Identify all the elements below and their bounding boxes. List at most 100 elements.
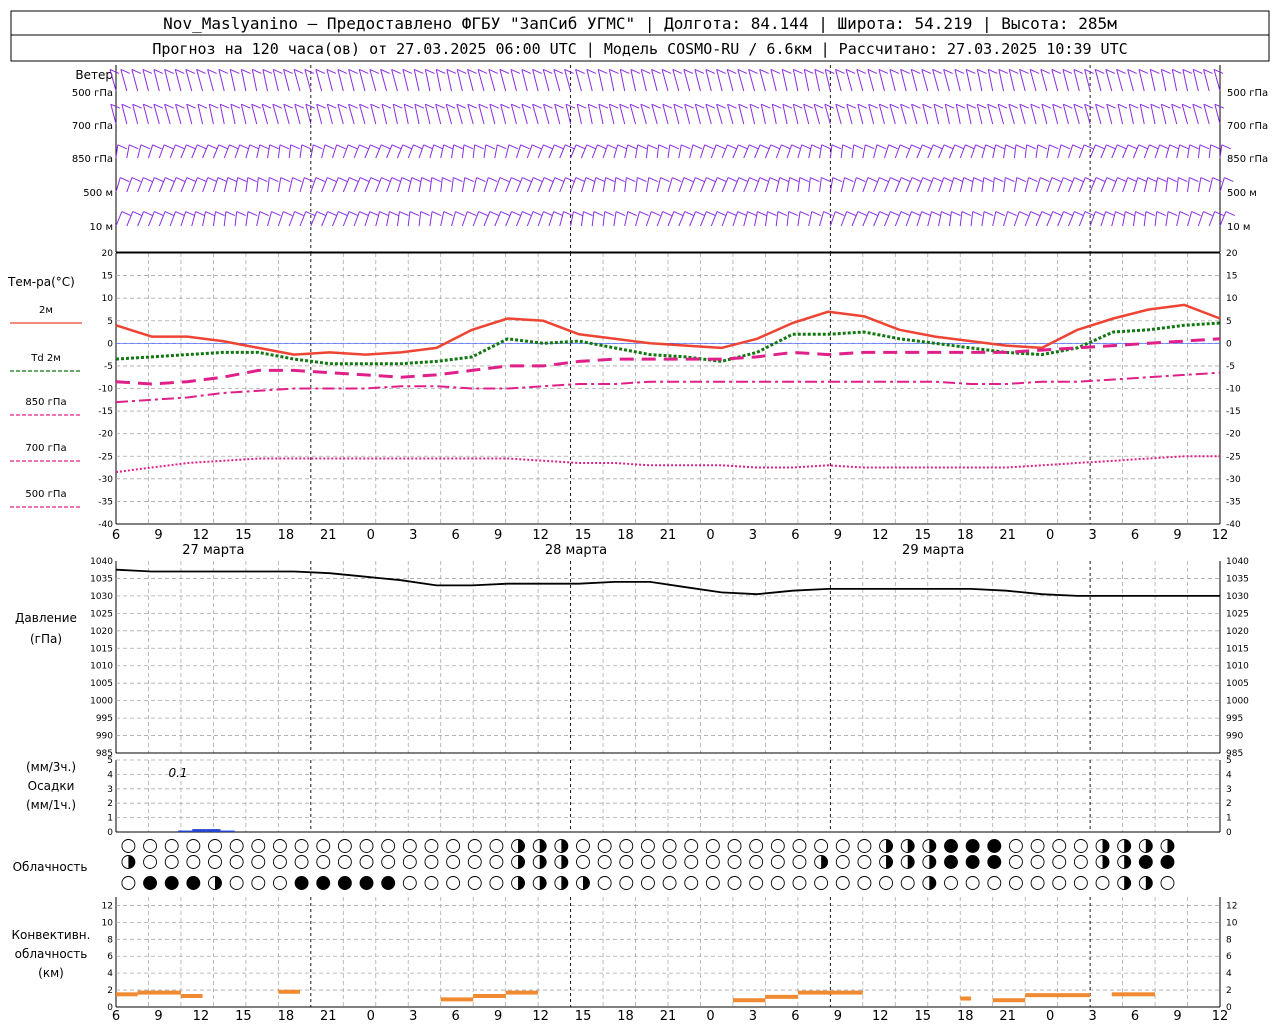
- wind-barb-flag: [759, 144, 770, 150]
- x-tick: 0: [1046, 1009, 1054, 1024]
- wind-barb-flag: [604, 211, 614, 217]
- wind-barb: [905, 144, 912, 159]
- convective-bar: [180, 994, 203, 998]
- wind-barb-flag: [453, 177, 463, 183]
- wind-barb-flag: [497, 144, 507, 150]
- wind-barb-flag: [1117, 177, 1127, 183]
- wind-barb: [867, 69, 875, 92]
- wind-barb-flag: [706, 211, 716, 217]
- x-tick: 15: [914, 1009, 931, 1024]
- wind-barb-flag: [120, 177, 130, 183]
- wind-barb-flag: [706, 177, 716, 183]
- wind-barb: [1154, 177, 1159, 193]
- cloud-symbol: [965, 876, 980, 890]
- wind-barb: [716, 69, 723, 92]
- wind-barb: [689, 144, 694, 159]
- wind-barb-flag: [890, 177, 900, 183]
- wind-barb-flag: [791, 144, 801, 150]
- wind-barb: [218, 69, 225, 92]
- wind-barb-flag: [1203, 211, 1213, 217]
- wind-barb: [1100, 144, 1107, 159]
- wind-barb: [1073, 104, 1080, 125]
- wind-barb: [764, 211, 768, 227]
- wind-barb: [1154, 144, 1161, 159]
- wind-barb-flag: [1199, 144, 1210, 150]
- temp-ytick-right: -5: [1226, 362, 1235, 372]
- wind-barb-flag: [856, 177, 866, 183]
- wind-barb: [965, 69, 972, 92]
- wind-barb-flag: [336, 144, 346, 150]
- x-tick: 9: [834, 528, 842, 543]
- x-tick: 3: [749, 528, 757, 543]
- wind-barb: [770, 69, 777, 92]
- conv-ytick-left: 10: [102, 918, 114, 928]
- precip-title-3: (мм/1ч.): [26, 798, 76, 812]
- x-tick: 15: [575, 1009, 592, 1024]
- cloud-symbol-half: [929, 839, 936, 853]
- wind-barb: [948, 211, 952, 227]
- wind-barb-flag: [1125, 211, 1135, 217]
- convective-bar: [473, 994, 506, 998]
- wind-barb-flag: [217, 177, 228, 183]
- wind-barb: [396, 144, 404, 159]
- wind-barb: [126, 177, 133, 193]
- wind-barb: [771, 104, 777, 125]
- wind-barb-flag: [593, 211, 604, 217]
- wind-barb: [1132, 144, 1140, 159]
- cloud-symbol-half: [539, 876, 547, 890]
- cloud-symbol: [1030, 876, 1045, 890]
- wind-barb: [727, 104, 734, 125]
- wind-barb: [369, 69, 377, 92]
- precip-ytick-right: 2: [1226, 799, 1232, 809]
- wind-barb: [1013, 177, 1018, 193]
- wind-barb: [380, 69, 388, 92]
- cloud-symbol: [143, 855, 158, 869]
- wind-barb: [1067, 144, 1074, 159]
- x-tick: 3: [749, 1009, 757, 1024]
- wind-barb-flag: [1129, 103, 1139, 109]
- wind-barb: [272, 69, 279, 92]
- wind-barb-flag: [867, 177, 878, 183]
- wind-barb: [835, 104, 842, 125]
- wind-barb-flag: [583, 211, 593, 217]
- wind-barb-flag: [801, 144, 811, 150]
- wind-barb: [943, 69, 950, 92]
- wind-barb-flag: [197, 144, 207, 150]
- wind-barb: [554, 104, 561, 125]
- cloud-symbol: [186, 839, 201, 853]
- wind-barb: [386, 211, 390, 227]
- meteogram: Nov_Maslyanino — Предоставлено ФГБУ "Зап…: [7, 10, 1270, 1024]
- cloud-symbol: [727, 839, 742, 853]
- wind-barb-flag: [921, 211, 931, 217]
- wind-level-label: 10 м: [90, 222, 113, 233]
- wind-barb: [998, 69, 1005, 92]
- wind-barb: [451, 211, 457, 227]
- cloud-symbol: [727, 876, 742, 890]
- wind-barb-flag: [1016, 177, 1027, 183]
- wind-barb-flag: [1210, 144, 1220, 150]
- wind-barb-flag: [165, 177, 175, 183]
- wind-barb-flag: [359, 211, 369, 217]
- temp-ytick-right: 0: [1226, 339, 1232, 349]
- wind-barb: [938, 211, 942, 227]
- wind-barb: [1062, 104, 1069, 125]
- wind-barb-flag: [207, 177, 218, 183]
- wind-barb: [413, 69, 420, 92]
- cloud-symbol-half: [583, 876, 590, 890]
- x-tick: 0: [706, 528, 714, 543]
- wind-level-label: 500 гПа: [1227, 88, 1268, 99]
- wind-barb-flag: [911, 211, 921, 217]
- wind-barb-flag: [186, 144, 196, 150]
- wind-barb: [251, 104, 258, 125]
- cloud-symbol: [944, 839, 958, 853]
- wind-barb: [797, 211, 801, 227]
- wind-barb: [212, 144, 220, 159]
- wind-barb: [737, 69, 745, 92]
- wind-barb: [386, 144, 393, 159]
- wind-barb-flag: [554, 177, 565, 183]
- wind-barb-flag: [393, 103, 403, 109]
- temp-ytick-right: 15: [1226, 272, 1237, 282]
- wind-barb-flag: [1049, 144, 1059, 150]
- cloud-symbol: [467, 839, 482, 853]
- wind-barb-flag: [933, 103, 944, 109]
